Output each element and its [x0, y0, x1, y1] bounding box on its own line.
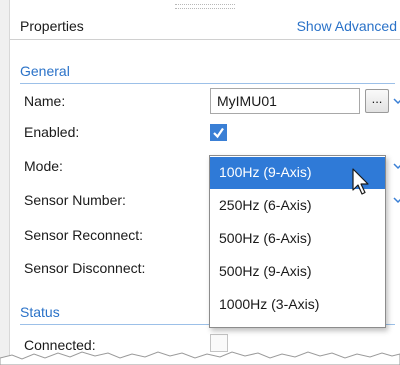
- sensor-reconnect-label: Sensor Reconnect:: [24, 227, 144, 243]
- panel-title: Properties: [20, 18, 84, 34]
- chevron-down-icon[interactable]: [392, 161, 400, 171]
- row-enabled: Enabled:: [10, 118, 400, 148]
- name-label: Name:: [24, 93, 66, 109]
- ellipsis-icon: ...: [371, 91, 383, 106]
- panel-resize-grip[interactable]: [175, 4, 235, 9]
- mode-option[interactable]: 500Hz (6-Axis): [210, 223, 385, 255]
- row-name: Name: ...: [10, 87, 400, 117]
- enabled-label: Enabled:: [24, 124, 80, 140]
- browse-button[interactable]: ...: [365, 89, 389, 113]
- chevron-down-icon[interactable]: [392, 96, 400, 106]
- section-general-label: General: [20, 63, 70, 79]
- properties-header: Properties Show Advanced: [10, 10, 400, 40]
- section-general: General: [20, 60, 395, 84]
- sensor-disconnect-label: Sensor Disconnect:: [24, 260, 146, 276]
- sensor-number-label: Sensor Number:: [24, 192, 126, 208]
- checkmark-icon: [213, 127, 224, 139]
- mode-option[interactable]: 1000Hz (3-Axis): [210, 289, 385, 321]
- section-status-label: Status: [20, 304, 60, 320]
- mode-option[interactable]: 500Hz (9-Axis): [210, 256, 385, 288]
- mode-label: Mode:: [24, 158, 63, 174]
- mouse-pointer-icon: [352, 168, 369, 195]
- show-advanced-link[interactable]: Show Advanced: [297, 18, 397, 34]
- chevron-down-icon[interactable]: [392, 195, 400, 205]
- enabled-checkbox[interactable]: [210, 124, 227, 141]
- torn-edge: [0, 351, 400, 365]
- name-field[interactable]: [210, 88, 360, 114]
